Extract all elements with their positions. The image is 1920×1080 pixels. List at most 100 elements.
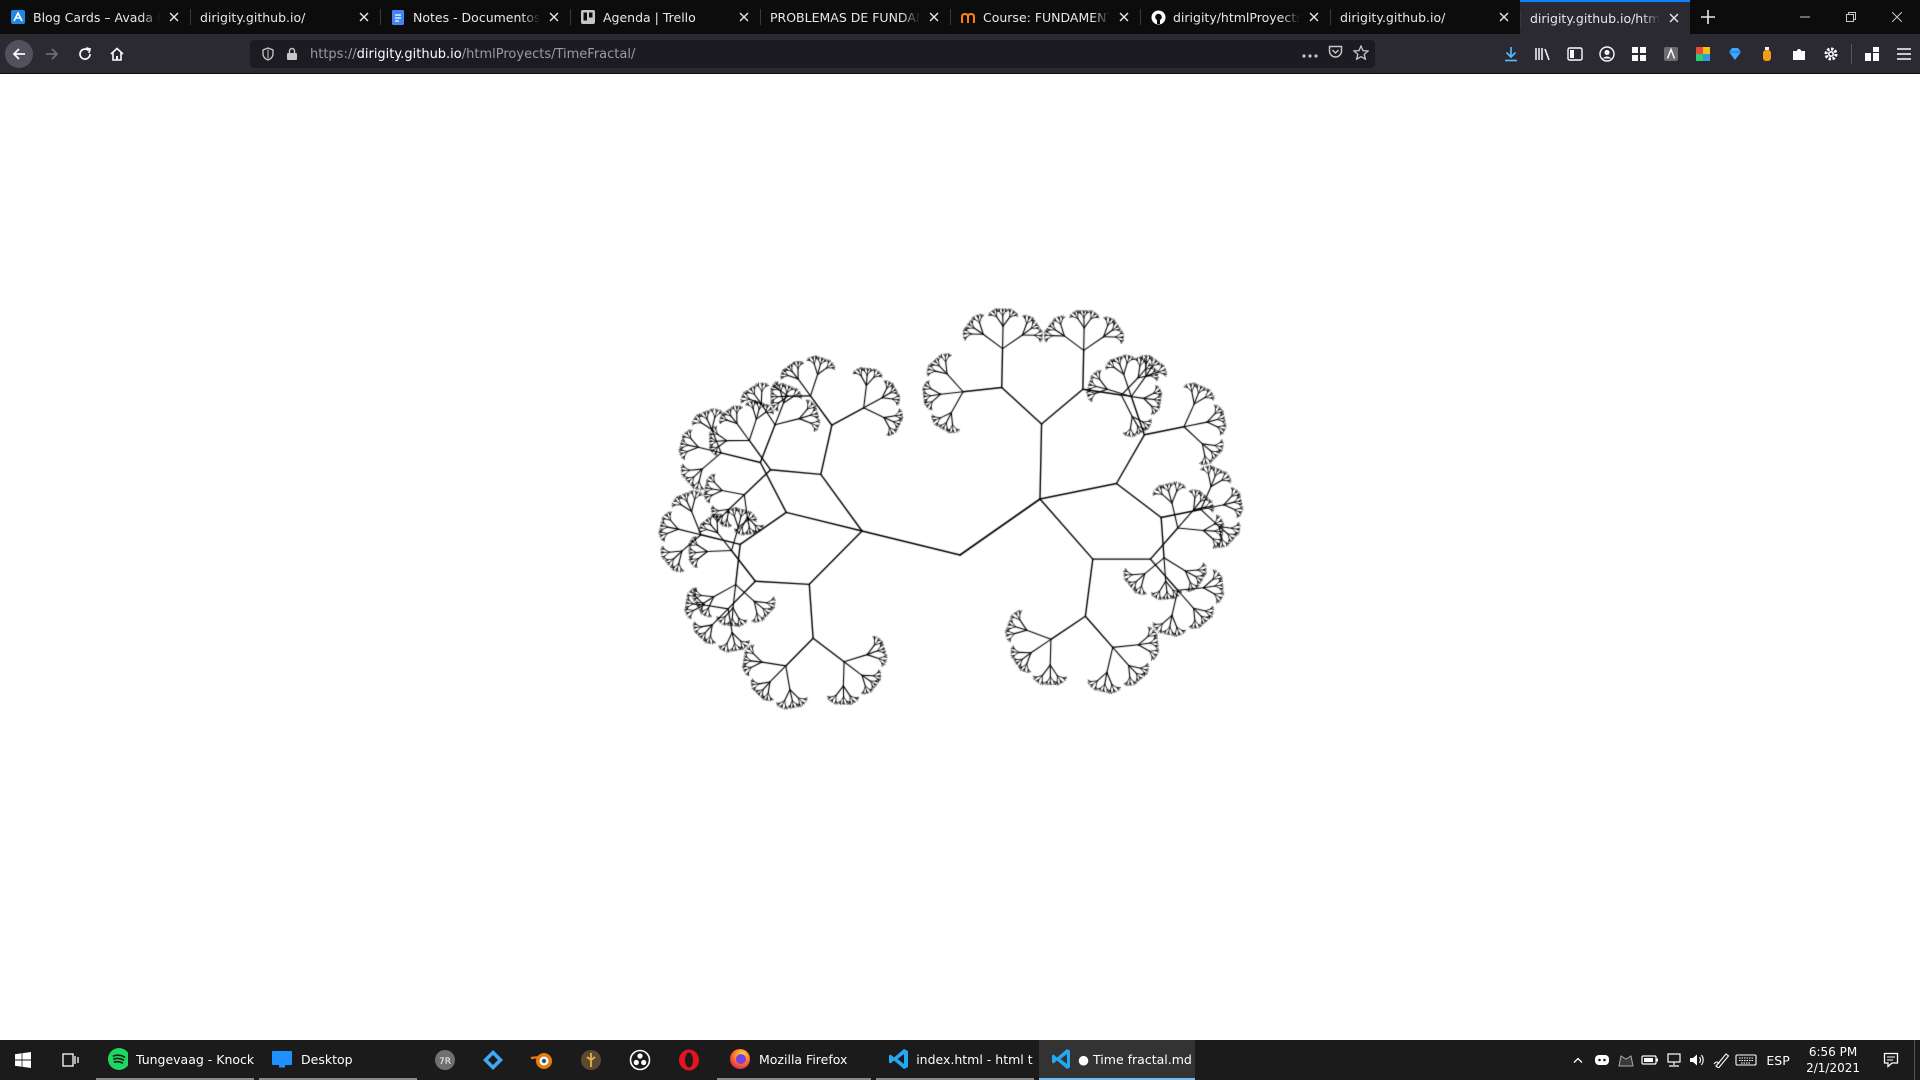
minimize-button[interactable] xyxy=(1782,0,1828,34)
firefox-icon xyxy=(730,1049,750,1069)
pen-tray-icon[interactable] xyxy=(1710,1040,1734,1080)
taskbar-app-label: Tungevaag - Knock... xyxy=(135,1051,254,1067)
notification-icon xyxy=(1883,1052,1899,1068)
close-tab-icon[interactable] xyxy=(166,9,182,25)
tab-title: Agenda | Trello xyxy=(603,9,730,25)
tab-dirigity-1[interactable]: dirigity.github.io/ xyxy=(190,0,380,34)
keyboard-tray-icon[interactable] xyxy=(1734,1040,1758,1080)
tab-github[interactable]: dirigity/htmlProyects xyxy=(1140,0,1330,34)
restore-button[interactable] xyxy=(1828,0,1874,34)
pinned-todoist[interactable]: 7R xyxy=(424,1040,466,1080)
blender-icon xyxy=(530,1053,552,1069)
tab-blog-cards[interactable]: Blog Cards – Avada Blog xyxy=(0,0,190,34)
close-tab-icon[interactable] xyxy=(356,9,372,25)
pinned-opera[interactable] xyxy=(668,1040,710,1080)
clock[interactable]: 6:56 PM 2/1/2021 xyxy=(1798,1040,1868,1080)
extension-colorful-button[interactable] xyxy=(1687,40,1719,68)
arrow-left-icon xyxy=(12,48,25,60)
battery-tray-icon[interactable] xyxy=(1638,1040,1662,1080)
network-tray-icon[interactable] xyxy=(1662,1040,1686,1080)
arrow-right-icon xyxy=(46,48,59,60)
show-hidden-icons-button[interactable] xyxy=(1566,1040,1590,1080)
task-view-button[interactable] xyxy=(51,1040,91,1080)
taskbar-app-label: ● Time fractal.md -... xyxy=(1078,1051,1195,1067)
download-icon xyxy=(1505,47,1517,62)
app-tray-icon[interactable] xyxy=(1614,1040,1638,1080)
page-actions-menu-icon[interactable] xyxy=(1302,47,1318,62)
task-view-icon xyxy=(62,1053,79,1067)
vortex-icon xyxy=(483,1050,503,1070)
tab-title: Blog Cards – Avada Blog xyxy=(33,9,160,25)
close-tab-icon[interactable] xyxy=(736,9,752,25)
close-window-button[interactable] xyxy=(1874,0,1920,34)
discord-tray-icon[interactable] xyxy=(1590,1040,1614,1080)
taskbar-app-vscode-index[interactable]: index.html - html t... xyxy=(876,1040,1034,1080)
extension-bottle-button[interactable] xyxy=(1751,40,1783,68)
pinned-obs[interactable] xyxy=(619,1040,661,1080)
pinned-blender[interactable] xyxy=(521,1040,563,1080)
vscode-icon xyxy=(889,1049,909,1069)
downloads-button[interactable] xyxy=(1495,40,1527,68)
sidebar-button[interactable] xyxy=(1559,40,1591,68)
taskbar-app-vscode-timefractal[interactable]: ● Time fractal.md -... xyxy=(1039,1040,1195,1080)
input-language[interactable]: ESP xyxy=(1758,1040,1798,1080)
tab-title: Notes - Documentos de Google xyxy=(413,9,540,25)
gear-icon xyxy=(1824,47,1838,61)
pinned-vortex[interactable] xyxy=(472,1040,514,1080)
close-tab-icon[interactable] xyxy=(1116,9,1132,25)
address-bar[interactable]: https://dirigity.github.io/htmlProyects/… xyxy=(250,40,1375,68)
app-menu-button[interactable] xyxy=(1888,40,1920,68)
forward-button[interactable] xyxy=(38,40,66,68)
action-center-button[interactable] xyxy=(1868,1040,1914,1080)
tab-course[interactable]: Course: FUNDAMENTOS xyxy=(950,0,1140,34)
taskbar-app-firefox[interactable]: Mozilla Firefox xyxy=(717,1040,871,1080)
reload-button[interactable] xyxy=(71,40,99,68)
pinned-app[interactable] xyxy=(570,1040,612,1080)
tracking-protection-shield-icon[interactable] xyxy=(258,47,278,61)
show-desktop-button[interactable] xyxy=(1914,1040,1920,1080)
tab-trello[interactable]: Agenda | Trello xyxy=(570,0,760,34)
volume-tray-icon[interactable] xyxy=(1686,1040,1710,1080)
bookmark-star-icon[interactable] xyxy=(1352,43,1370,64)
tab-title: dirigity.github.io/htmlProyects xyxy=(1530,10,1660,26)
extensions-icon xyxy=(1865,47,1879,61)
app-icon xyxy=(581,1050,601,1070)
tab-time-fractal[interactable]: dirigity.github.io/htmlProyects xyxy=(1520,0,1690,34)
account-button[interactable] xyxy=(1591,40,1623,68)
close-tab-icon[interactable] xyxy=(546,9,562,25)
library-button[interactable] xyxy=(1527,40,1559,68)
tab-problemas[interactable]: PROBLEMAS DE FUNDAMENTOS xyxy=(760,0,950,34)
back-button[interactable] xyxy=(5,40,33,68)
tab-dirigity-2[interactable]: dirigity.github.io/ xyxy=(1330,0,1520,34)
close-tab-icon[interactable] xyxy=(926,9,942,25)
close-tab-icon[interactable] xyxy=(1306,9,1322,25)
account-icon xyxy=(1599,46,1615,62)
tab-title: Course: FUNDAMENTOS xyxy=(983,9,1110,25)
start-button[interactable] xyxy=(0,1040,46,1080)
pocket-icon[interactable] xyxy=(1328,45,1343,63)
home-button[interactable] xyxy=(103,40,131,68)
lock-icon[interactable] xyxy=(282,47,302,61)
plus-icon xyxy=(1701,10,1715,24)
tab-title: dirigity.github.io/ xyxy=(200,9,350,25)
library-icon xyxy=(1535,48,1550,61)
extension-gem-button[interactable] xyxy=(1719,40,1751,68)
obs-icon xyxy=(629,1049,651,1071)
new-tab-button[interactable] xyxy=(1690,0,1726,34)
system-tray: ESP 6:56 PM 2/1/2021 xyxy=(1566,1040,1920,1080)
google-docs-icon xyxy=(390,9,406,25)
moodle-icon xyxy=(960,9,976,25)
url-text: https://dirigity.github.io/htmlProyects/… xyxy=(310,47,635,62)
reload-icon xyxy=(79,47,92,60)
extension-puzzle-button[interactable] xyxy=(1783,40,1815,68)
extensions-button[interactable] xyxy=(1856,40,1888,68)
extensions-grid-button[interactable] xyxy=(1623,40,1655,68)
extension-a-button[interactable] xyxy=(1655,40,1687,68)
close-tab-icon[interactable] xyxy=(1496,9,1512,25)
taskbar-app-spotify[interactable]: Tungevaag - Knock... xyxy=(96,1040,254,1080)
taskbar-app-desktop[interactable]: Desktop xyxy=(259,1040,417,1080)
grid-icon xyxy=(1632,47,1646,61)
extension-gear-button[interactable] xyxy=(1815,40,1847,68)
tab-google-docs[interactable]: Notes - Documentos de Google xyxy=(380,0,570,34)
close-tab-icon[interactable] xyxy=(1666,10,1682,26)
